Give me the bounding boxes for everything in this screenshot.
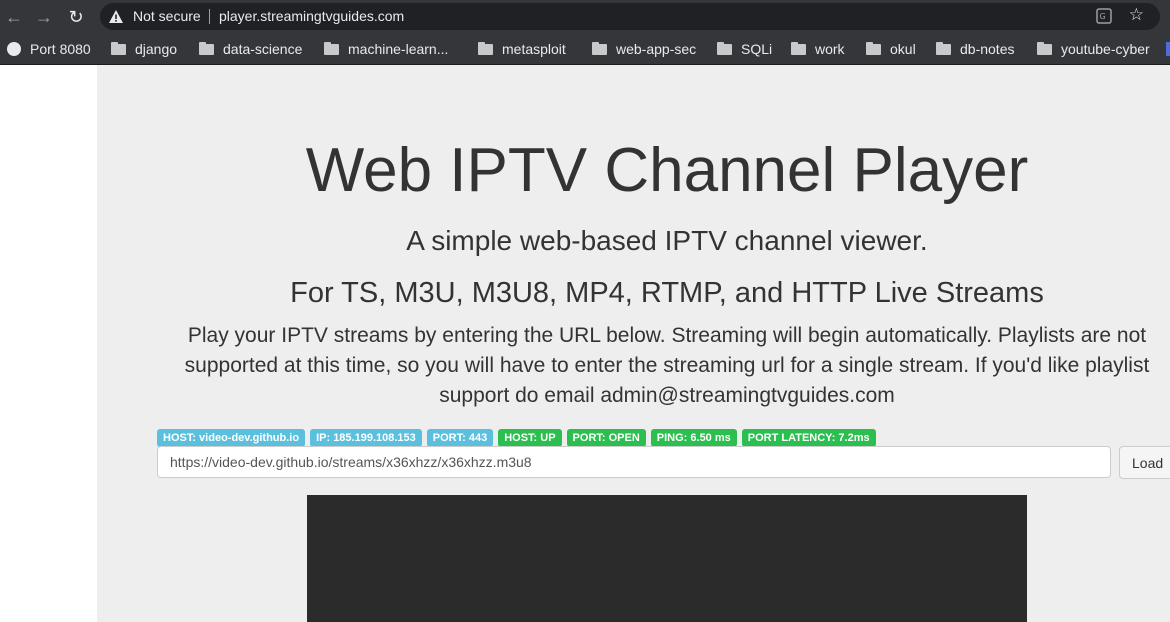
video-player[interactable] xyxy=(307,495,1027,622)
bookmark-label: db-notes xyxy=(960,41,1015,57)
folder-icon xyxy=(1037,41,1052,55)
bookmark-item[interactable]: okul xyxy=(866,39,916,59)
bookmark-item[interactable]: db-notes xyxy=(936,39,1014,59)
port-badge: PORT: 443 xyxy=(426,429,494,447)
omnibox-divider xyxy=(209,9,210,24)
host-status-badge: HOST: UP xyxy=(498,429,562,447)
load-button[interactable]: Load xyxy=(1119,446,1170,479)
folder-icon xyxy=(866,41,881,55)
bookmark-star-icon[interactable]: ☆ xyxy=(1129,5,1144,25)
extension-icon[interactable] xyxy=(1166,42,1170,56)
back-arrow-icon[interactable]: ← xyxy=(2,5,26,29)
bookmarks-bar: Port 8080 django data-science machine-le… xyxy=(0,34,1170,65)
bookmark-label: data-science xyxy=(223,41,303,57)
folder-icon xyxy=(592,41,607,55)
globe-icon xyxy=(7,42,21,56)
bookmark-label: okul xyxy=(890,41,916,57)
bookmark-item[interactable]: machine-learn... xyxy=(324,39,448,59)
page-subtitle: A simple web-based IPTV channel viewer. xyxy=(406,225,928,256)
bookmark-label: web-app-sec xyxy=(616,41,697,57)
bookmark-label: work xyxy=(815,41,845,57)
translate-icon[interactable]: G xyxy=(1096,8,1112,24)
address-bar[interactable]: Not secure player.streamingtvguides.com … xyxy=(100,3,1160,30)
bookmark-item[interactable]: data-science xyxy=(199,39,302,59)
bookmark-label: youtube-cyber xyxy=(1061,41,1150,57)
bookmark-item[interactable]: work xyxy=(791,39,845,59)
status-badges: HOST: video-dev.github.io IP: 185.199.10… xyxy=(157,429,876,447)
svg-text:G: G xyxy=(1100,12,1106,21)
ip-badge: IP: 185.199.108.153 xyxy=(310,429,422,447)
bookmark-item[interactable]: Port 8080 xyxy=(7,39,91,59)
bookmark-label: metasploit xyxy=(502,41,566,57)
bookmark-item[interactable]: SQLi xyxy=(717,39,772,59)
browser-toolbar: ← → ↻ Not secure player.streamingtvguide… xyxy=(0,0,1170,34)
bookmark-label: Port 8080 xyxy=(30,41,91,57)
reload-icon[interactable]: ↻ xyxy=(64,5,88,29)
host-badge: HOST: video-dev.github.io xyxy=(157,429,306,447)
page-content: Web IPTV Channel Player A simple web-bas… xyxy=(0,65,1170,622)
folder-icon xyxy=(111,41,126,55)
port-status-badge: PORT: OPEN xyxy=(566,429,646,447)
supported-formats: For TS, M3U, M3U8, MP4, RTMP, and HTTP L… xyxy=(290,277,1044,309)
folder-icon xyxy=(324,41,339,55)
bookmark-item[interactable]: youtube-cyber xyxy=(1037,39,1150,59)
port-latency-badge: PORT LATENCY: 7.2ms xyxy=(741,429,876,447)
bookmark-item[interactable]: web-app-sec xyxy=(592,39,696,59)
bookmark-label: machine-learn... xyxy=(348,41,449,57)
stream-url-input[interactable] xyxy=(157,446,1111,478)
bookmark-item[interactable]: django xyxy=(111,39,177,59)
ping-badge: PING: 6.50 ms xyxy=(650,429,737,447)
page-title: Web IPTV Channel Player xyxy=(305,136,1029,205)
not-secure-label[interactable]: Not secure xyxy=(133,8,201,24)
folder-icon xyxy=(936,41,951,55)
bookmark-label: django xyxy=(135,41,178,57)
forward-arrow-icon[interactable]: → xyxy=(32,5,56,29)
folder-icon xyxy=(199,41,214,55)
folder-icon xyxy=(791,41,806,55)
folder-icon xyxy=(478,41,493,55)
bookmark-label: SQLi xyxy=(741,41,773,57)
url-text[interactable]: player.streamingtvguides.com xyxy=(219,8,404,24)
bookmark-item[interactable]: metasploit xyxy=(478,39,566,59)
description-text: Play your IPTV streams by entering the U… xyxy=(184,324,1150,407)
warning-icon[interactable] xyxy=(108,9,124,25)
folder-icon xyxy=(717,41,732,55)
